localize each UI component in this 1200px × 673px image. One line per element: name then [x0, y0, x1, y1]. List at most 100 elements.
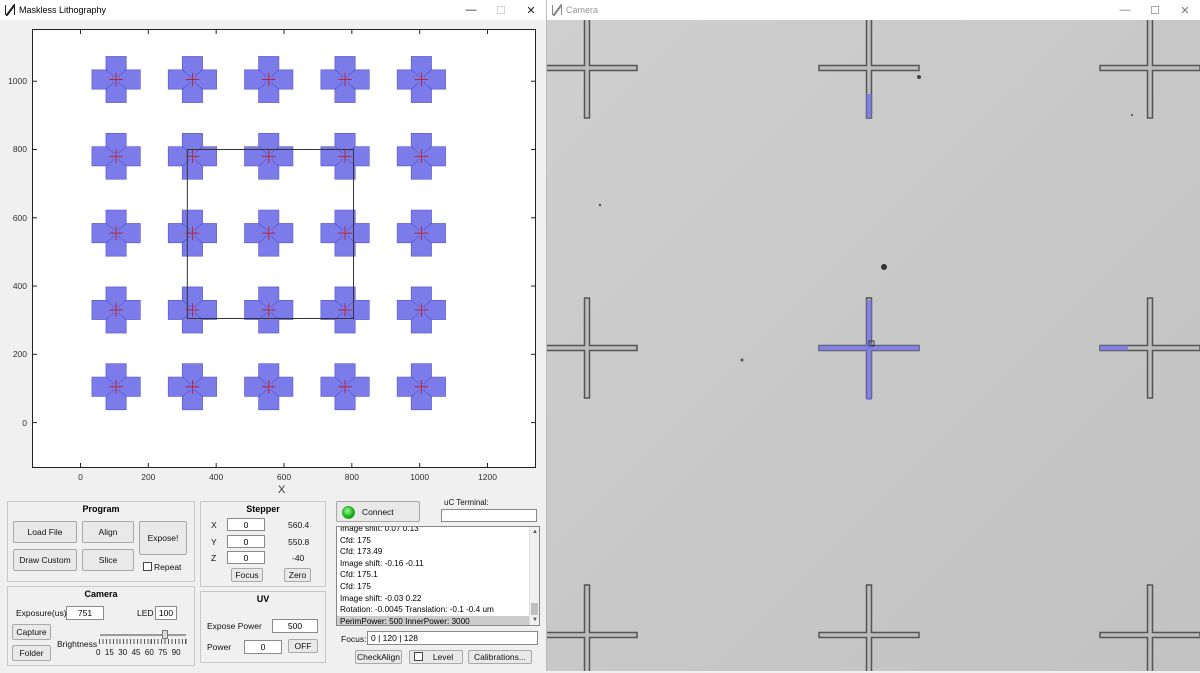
y-tick-label: 200: [12, 349, 27, 360]
cross-pattern: [91, 363, 141, 411]
camera-window-title: Camera: [566, 5, 599, 15]
stepper-x-input[interactable]: 0: [227, 518, 265, 531]
cross-pattern: [167, 363, 217, 411]
cross-pattern: [320, 56, 370, 103]
camera-view[interactable]: [536, 17, 1200, 673]
camera-minimize-button[interactable]: —: [1110, 0, 1140, 20]
focus-readout[interactable]: 0 | 120 | 128: [367, 631, 538, 645]
pattern-plot-canvas: [33, 30, 535, 467]
stepper-z-input[interactable]: 0: [227, 551, 265, 564]
led-label: LED: [137, 608, 154, 618]
cross-pattern: [244, 132, 294, 180]
dust-particle: [740, 358, 744, 362]
cross-pattern: [320, 209, 370, 257]
y-tick-label: 600: [12, 212, 27, 223]
stepper-y-label: Y: [211, 537, 217, 547]
cross-pattern: [396, 56, 446, 103]
repeat-checkbox[interactable]: [143, 562, 152, 571]
brightness-ticks: [99, 639, 187, 644]
brightness-tick-labels: 0 15 30 45 60 75 90: [96, 648, 181, 657]
brightness-label: Brightness: [57, 639, 98, 649]
cross-pattern: [320, 363, 370, 411]
log-line[interactable]: Image shift: -0.16 -0.11: [337, 558, 539, 570]
program-title: Program: [82, 504, 120, 514]
close-button[interactable]: ✕: [516, 0, 546, 20]
minimize-button[interactable]: —: [456, 0, 486, 20]
power-input[interactable]: 0: [244, 640, 282, 654]
capture-button[interactable]: Capture: [12, 624, 51, 640]
y-tick-label: 400: [12, 281, 27, 292]
log-scrollbar[interactable]: ▲ ▼: [529, 527, 539, 625]
expose-button[interactable]: Expose!: [139, 521, 187, 555]
cross-pattern: [91, 132, 141, 180]
uv-title: UV: [256, 594, 270, 604]
x-tick-label: 1000: [410, 472, 430, 482]
dust-particle: [917, 75, 921, 79]
x-tick-label: 0: [78, 472, 83, 482]
stepper-x-label: X: [211, 520, 217, 530]
uc-terminal-label: uC Terminal:: [444, 498, 489, 507]
log-line[interactable]: Cfd: 175: [337, 535, 539, 547]
log-line[interactable]: Cfd: 175: [337, 581, 539, 593]
power-label: Power: [207, 642, 232, 652]
x-tick-label: 1200: [478, 472, 497, 482]
cross-pattern: [167, 132, 217, 180]
calibrations-button[interactable]: Calibrations...: [468, 650, 532, 664]
scroll-thumb[interactable]: [531, 603, 538, 615]
scroll-up-icon[interactable]: ▲: [532, 529, 538, 535]
cross-pattern: [396, 286, 446, 334]
camera-close-button[interactable]: ✕: [1170, 0, 1200, 20]
brightness-slider-thumb[interactable]: [161, 630, 168, 639]
cross-pattern: [396, 132, 446, 180]
scroll-down-icon[interactable]: ▼: [532, 617, 538, 623]
pattern-plot[interactable]: [32, 29, 536, 468]
led-input[interactable]: 100: [155, 606, 177, 620]
uc-terminal-input[interactable]: [441, 509, 537, 522]
align-button[interactable]: Align: [82, 521, 134, 543]
cross-pattern: [167, 56, 217, 103]
x-axis-label: X: [278, 484, 286, 496]
focus-label: Focus:: [341, 634, 367, 644]
focus-button[interactable]: Focus: [231, 568, 263, 582]
x-tick-label: 600: [276, 472, 292, 482]
stepper-z-label: Z: [211, 553, 217, 563]
log-line[interactable]: Cfd: 175.1: [337, 569, 539, 581]
repeat-label: Repeat: [154, 562, 182, 572]
log-line[interactable]: Image shift: 0.07 0.13: [337, 527, 539, 535]
draw-custom-button[interactable]: Draw Custom: [13, 549, 77, 571]
maximize-button[interactable]: ☐: [486, 0, 516, 20]
brightness-slider-track[interactable]: [100, 634, 186, 636]
cross-pattern: [396, 209, 446, 257]
camera-titlebar: Camera — ☐ ✕: [547, 0, 1200, 20]
connection-status-icon: [342, 506, 355, 519]
dust-particle: [1130, 113, 1134, 117]
cross-pattern: [91, 286, 141, 334]
cross-pattern: [244, 56, 294, 103]
folder-button[interactable]: Folder: [12, 645, 51, 661]
stepper-z-position: -40: [292, 553, 305, 563]
check-align-button[interactable]: CheckAlign: [355, 650, 402, 664]
zero-button[interactable]: Zero: [284, 568, 311, 582]
cross-pattern: [244, 209, 294, 257]
load-file-button[interactable]: Load File: [13, 521, 77, 543]
uv-off-button[interactable]: OFF: [288, 639, 318, 653]
dust-particle: [881, 264, 887, 270]
cross-pattern: [244, 286, 294, 334]
stepper-y-input[interactable]: 0: [227, 535, 265, 548]
expose-power-input[interactable]: 500: [272, 619, 318, 633]
log-list[interactable]: Image shift: 0.07 0.13 Cfd: 175 Cfd: 173.4…: [336, 526, 540, 626]
camera-maximize-button[interactable]: ☐: [1140, 0, 1170, 20]
level-checkbox[interactable]: [414, 652, 423, 661]
log-line[interactable]: Image shift: -0.03 0.22: [337, 593, 539, 605]
camera-window: Camera — ☐ ✕: [536, 0, 1200, 673]
camera-panel-title: Camera: [84, 589, 118, 599]
cross-pattern: [320, 286, 370, 334]
stepper-x-position: 560.4: [288, 520, 310, 530]
log-line[interactable]: PerimPower: 500 InnerPower: 3000: [337, 615, 539, 625]
y-tick-label: 1000: [8, 76, 27, 87]
exposure-input[interactable]: 751: [66, 606, 104, 620]
log-line[interactable]: Rotation: -0.0045 Translation: -0.1 -0.4…: [337, 604, 539, 616]
log-line[interactable]: Cfd: 173.49: [337, 546, 539, 558]
main-titlebar: Maskless Lithography — ☐ ✕: [0, 0, 546, 20]
slice-button[interactable]: Slice: [82, 549, 134, 571]
